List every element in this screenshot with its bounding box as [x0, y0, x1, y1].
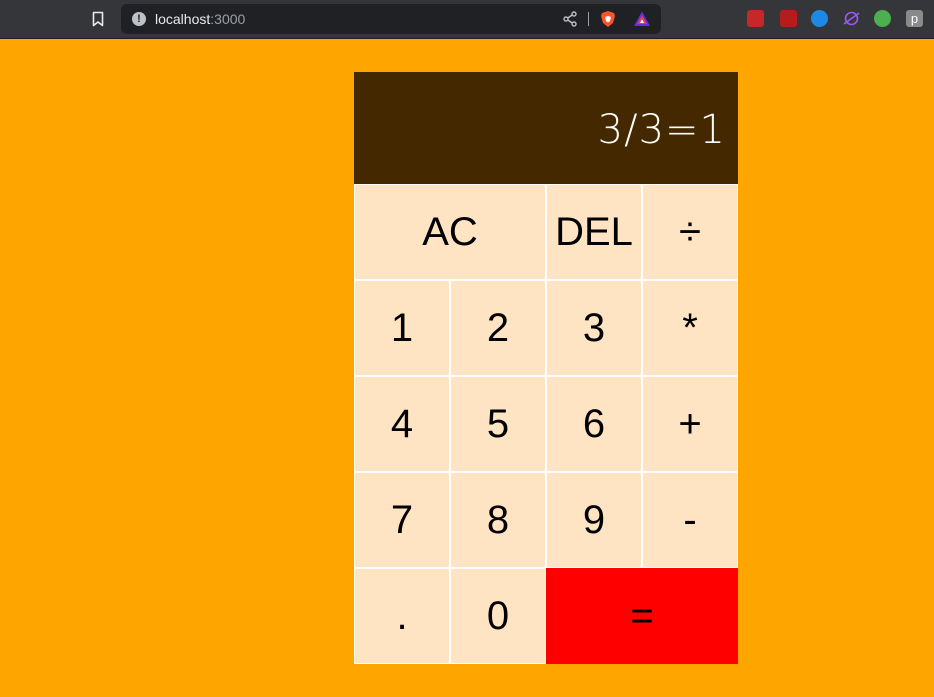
divide-button[interactable]: ÷ [642, 184, 738, 280]
digit-1-button[interactable]: 1 [354, 280, 450, 376]
extension-shield-icon[interactable] [747, 10, 764, 27]
calculator: 3/3=1 AC DEL ÷ 1 2 3 * 4 5 6 + 7 8 9 - .… [354, 72, 738, 664]
address-bar-divider [588, 12, 589, 26]
digit-8-button[interactable]: 8 [450, 472, 546, 568]
digit-3-button[interactable]: 3 [546, 280, 642, 376]
plus-button[interactable]: + [642, 376, 738, 472]
minus-button[interactable]: - [642, 472, 738, 568]
address-bar[interactable]: ! localhost:3000 [121, 4, 661, 34]
digit-6-button[interactable]: 6 [546, 376, 642, 472]
digit-9-button[interactable]: 9 [546, 472, 642, 568]
brave-shields-icon[interactable] [599, 10, 617, 28]
bookmark-icon[interactable] [92, 11, 104, 27]
keypad: AC DEL ÷ 1 2 3 * 4 5 6 + 7 8 9 - . 0 = [354, 184, 738, 664]
digit-5-button[interactable]: 5 [450, 376, 546, 472]
display-output: 3/3=1 [597, 107, 726, 153]
url-port: :3000 [210, 11, 246, 27]
extension-planet-icon[interactable] [843, 10, 860, 27]
extension-p-icon[interactable]: p [906, 10, 923, 27]
brave-rewards-icon[interactable] [633, 10, 651, 28]
decimal-point-button[interactable]: . [354, 568, 450, 664]
site-info-icon[interactable]: ! [132, 12, 146, 26]
url-host: localhost [155, 11, 211, 27]
equals-button[interactable]: = [546, 568, 738, 664]
share-icon[interactable] [562, 11, 578, 27]
delete-button[interactable]: DEL [546, 184, 642, 280]
extension-globe-icon[interactable] [811, 10, 828, 27]
browser-toolbar: ! localhost:3000 p [0, 0, 934, 39]
multiply-button[interactable]: * [642, 280, 738, 376]
url-text[interactable]: localhost:3000 [155, 11, 245, 27]
digit-2-button[interactable]: 2 [450, 280, 546, 376]
calculator-display: 3/3=1 [354, 72, 738, 184]
extension-red-icon[interactable] [780, 10, 797, 27]
digit-4-button[interactable]: 4 [354, 376, 450, 472]
digit-0-button[interactable]: 0 [450, 568, 546, 664]
extension-character-icon[interactable] [874, 10, 891, 27]
clear-all-button[interactable]: AC [354, 184, 546, 280]
digit-7-button[interactable]: 7 [354, 472, 450, 568]
